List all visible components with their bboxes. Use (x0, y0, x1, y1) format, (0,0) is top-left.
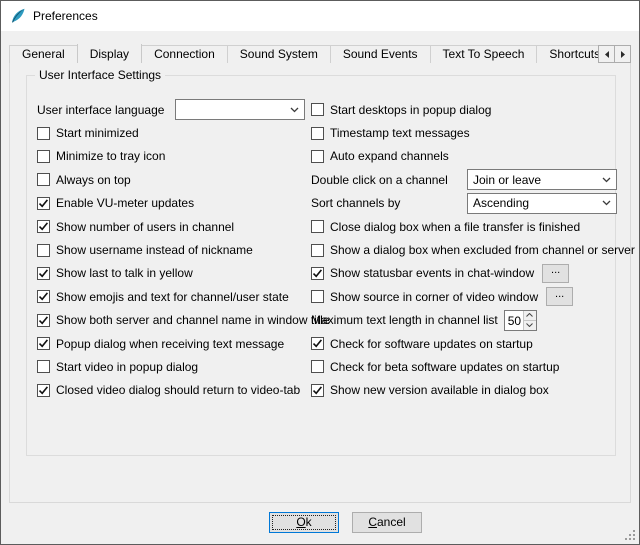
field-label: Maximum text length in channel list (311, 313, 498, 327)
window-title: Preferences (33, 9, 98, 23)
field-label: Sort channels by (311, 196, 400, 210)
spin-up-button[interactable] (524, 311, 536, 321)
checkbox-label: Start minimized (56, 126, 139, 140)
chevron-down-icon (602, 200, 611, 206)
checkbox-closed-video-dialog-should-return-to-video[interactable] (37, 384, 50, 397)
checkmark-icon (38, 268, 49, 279)
checkmark-icon (38, 315, 49, 326)
preferences-dialog: Preferences GeneralDisplayConnectionSoun… (0, 0, 640, 545)
checkbox-label: Show last to talk in yellow (56, 266, 193, 280)
arrow-right-icon (619, 50, 627, 59)
checkbox-start-minimized[interactable] (37, 127, 50, 140)
tab-sound-system[interactable]: Sound System (227, 45, 331, 63)
checkbox-label: Always on top (56, 173, 131, 187)
group-title: User Interface Settings (35, 68, 165, 82)
chevron-down-icon (602, 177, 611, 183)
checkbox-label: Show a dialog box when excluded from cha… (330, 243, 635, 257)
ok-button[interactable]: Ok (269, 512, 339, 533)
checkbox-auto-expand-channels[interactable] (311, 150, 324, 163)
checkbox-always-on-top[interactable] (37, 173, 50, 186)
checkbox-label: Popup dialog when receiving text message (56, 337, 284, 351)
checkbox-label: Closed video dialog should return to vid… (56, 383, 300, 397)
checkbox-label: Show both server and channel name in win… (56, 313, 330, 327)
checkbox-label: Show emojis and text for channel/user st… (56, 290, 289, 304)
checkbox-minimize-to-tray-icon[interactable] (37, 150, 50, 163)
double-click-channel-select[interactable]: Join or leave (467, 169, 617, 190)
checkbox-label: Show statusbar events in chat-window (330, 266, 534, 280)
checkbox-show-emojis-and-text-for-channel-user-stat[interactable] (37, 290, 50, 303)
checkmark-icon (312, 338, 323, 349)
checkbox-label: Close dialog box when a file transfer is… (330, 220, 580, 234)
settings-column-left: User interface language Start minimized Mi… (37, 98, 305, 402)
tab-scroll-left-button[interactable] (598, 45, 615, 63)
checkbox-label: Timestamp text messages (330, 126, 470, 140)
spin-down-button[interactable] (524, 321, 536, 330)
checkbox-label: Show username instead of nickname (56, 243, 253, 257)
max-text-length-spin[interactable]: 50 (504, 310, 537, 331)
checkbox-show-a-dialog-box-when-excluded-from-chann[interactable] (311, 244, 324, 257)
checkbox-show-statusbar-events-in-chat-window[interactable] (311, 267, 324, 280)
checkbox-show-new-version-available-in-dialog-box[interactable] (311, 384, 324, 397)
checkbox-show-last-to-talk-in-yellow[interactable] (37, 267, 50, 280)
checkbox-label: Enable VU-meter updates (56, 196, 194, 210)
checkbox-show-username-instead-of-nickname[interactable] (37, 244, 50, 257)
checkmark-icon (38, 198, 49, 209)
tab-text-to-speech[interactable]: Text To Speech (430, 45, 538, 63)
tab-scroll-right-button[interactable] (614, 45, 631, 63)
language-select[interactable] (175, 99, 305, 120)
arrow-left-icon (603, 50, 611, 59)
checkmark-icon (312, 268, 323, 279)
show-statusbar-events-in-chat-window-options-button[interactable]: ... (542, 264, 569, 283)
checkmark-icon (312, 385, 323, 396)
checkbox-close-dialog-box-when-a-file-transfer-is-f[interactable] (311, 220, 324, 233)
field-label: User interface language (37, 103, 164, 117)
checkbox-show-number-of-users-in-channel[interactable] (37, 220, 50, 233)
tab-display[interactable]: Display (77, 44, 142, 63)
title-bar: Preferences (1, 1, 639, 31)
tab-connection[interactable]: Connection (141, 45, 228, 63)
checkbox-label: Check for software updates on startup (330, 337, 533, 351)
checkbox-popup-dialog-when-receiving-text-message[interactable] (37, 337, 50, 350)
checkbox-show-source-in-corner-of-video-window[interactable] (311, 290, 324, 303)
tab-sound-events[interactable]: Sound Events (330, 45, 431, 63)
checkbox-start-video-in-popup-dialog[interactable] (37, 360, 50, 373)
sort-channels-select[interactable]: Ascending (467, 193, 617, 214)
tab-bar: GeneralDisplayConnectionSound SystemSoun… (9, 44, 631, 63)
checkmark-icon (38, 291, 49, 302)
cancel-button[interactable]: Cancel (352, 512, 422, 533)
checkbox-label: Minimize to tray icon (56, 149, 165, 163)
checkbox-label: Start desktops in popup dialog (330, 103, 491, 117)
app-icon (10, 8, 26, 24)
checkbox-label: Check for beta software updates on start… (330, 360, 559, 374)
checkbox-label: Start video in popup dialog (56, 360, 198, 374)
field-label: Double click on a channel (311, 173, 448, 187)
checkbox-show-both-server-and-channel-name-in-windo[interactable] (37, 314, 50, 327)
checkbox-label: Show new version available in dialog box (330, 383, 549, 397)
checkbox-check-for-software-updates-on-startup[interactable] (311, 337, 324, 350)
checkbox-label: Show number of users in channel (56, 220, 234, 234)
resize-grip[interactable] (623, 528, 636, 541)
tab-general[interactable]: General (9, 45, 78, 63)
checkbox-enable-vu-meter-updates[interactable] (37, 197, 50, 210)
show-source-in-corner-of-video-window-options-button[interactable]: ... (546, 287, 573, 306)
checkbox-start-desktops-in-popup-dialog[interactable] (311, 103, 324, 116)
checkbox-check-for-beta-software-updates-on-startup[interactable] (311, 360, 324, 373)
chevron-down-icon (290, 107, 299, 113)
tab-scroll-control (599, 45, 631, 63)
checkmark-icon (38, 385, 49, 396)
checkbox-label: Show source in corner of video window (330, 290, 538, 304)
settings-column-right: Start desktops in popup dialog Timestamp … (311, 98, 617, 402)
checkmark-icon (38, 338, 49, 349)
checkmark-icon (38, 221, 49, 232)
checkbox-timestamp-text-messages[interactable] (311, 127, 324, 140)
checkbox-label: Auto expand channels (330, 149, 449, 163)
